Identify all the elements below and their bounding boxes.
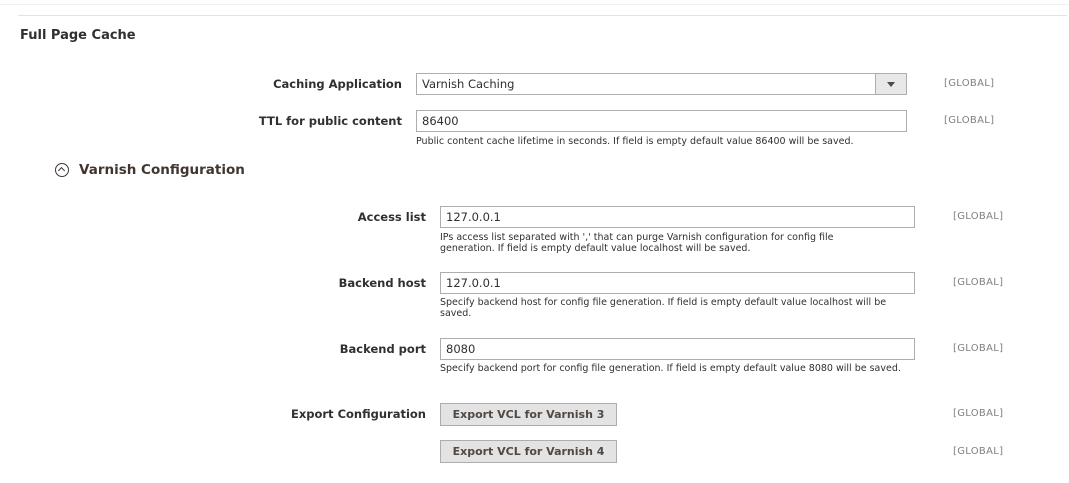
access-list-scope: [GLOBAL]: [953, 211, 1004, 222]
ttl-label: TTL for public content: [258, 114, 402, 128]
backend-host-label: Backend host: [338, 276, 426, 290]
top-divider-faint: [0, 4, 1069, 5]
collapse-circle-icon: [55, 163, 69, 177]
export-configuration-label: Export Configuration: [290, 407, 426, 421]
backend-host-note: Specify backend host for config file gen…: [440, 297, 887, 319]
backend-port-label: Backend port: [339, 342, 426, 356]
caching-application-value: Varnish Caching: [422, 77, 515, 91]
export-v3-scope: [GLOBAL]: [953, 408, 1004, 419]
access-list-input[interactable]: [440, 206, 915, 228]
backend-port-note: Specify backend port for config file gen…: [440, 363, 901, 374]
caching-application-scope: [GLOBAL]: [944, 78, 995, 89]
backend-host-scope: [GLOBAL]: [953, 277, 1004, 288]
backend-port-input[interactable]: [440, 338, 915, 360]
export-vcl-varnish-4-button[interactable]: Export VCL for Varnish 4: [440, 440, 617, 463]
caching-application-select[interactable]: Varnish Caching: [416, 73, 907, 95]
access-list-label: Access list: [357, 210, 426, 224]
chevron-down-icon[interactable]: [875, 74, 906, 94]
caching-application-label: Caching Application: [273, 77, 402, 91]
varnish-configuration-toggle[interactable]: Varnish Configuration: [55, 162, 245, 178]
ttl-input[interactable]: [416, 110, 907, 132]
backend-port-scope: [GLOBAL]: [953, 343, 1004, 354]
varnish-configuration-title: Varnish Configuration: [79, 162, 245, 178]
access-list-note: IPs access list separated with ',' that …: [440, 232, 834, 254]
ttl-note: Public content cache lifetime in seconds…: [416, 136, 854, 147]
section-divider: [18, 15, 1067, 16]
backend-host-input[interactable]: [440, 272, 915, 294]
ttl-scope: [GLOBAL]: [944, 115, 995, 126]
export-v4-scope: [GLOBAL]: [953, 446, 1004, 457]
export-vcl-varnish-3-button[interactable]: Export VCL for Varnish 3: [440, 403, 617, 426]
section-title[interactable]: Full Page Cache: [20, 28, 136, 43]
